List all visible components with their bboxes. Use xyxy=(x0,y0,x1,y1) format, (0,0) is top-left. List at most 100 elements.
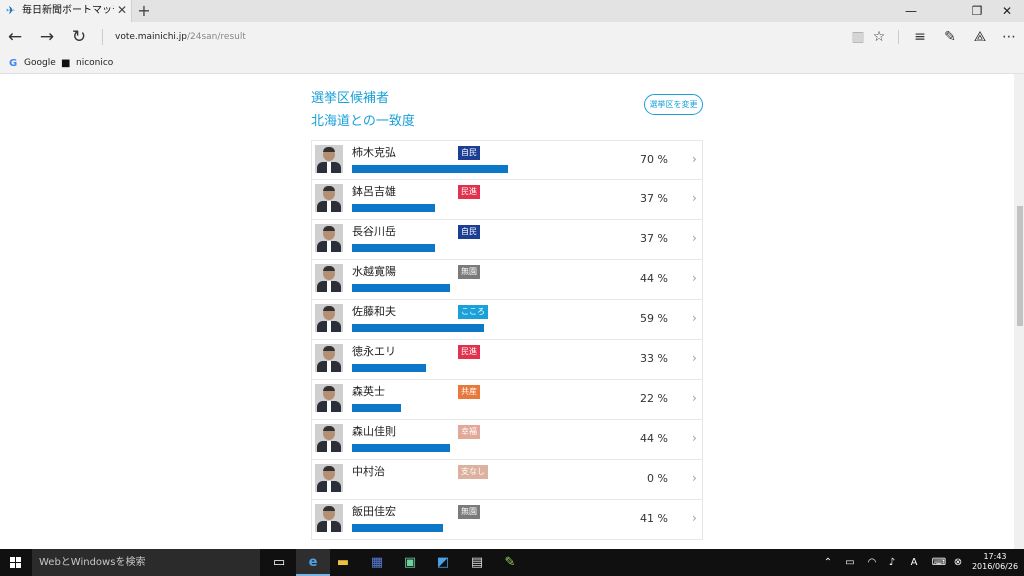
chevron-right-icon: › xyxy=(692,271,697,285)
store-app-icon[interactable]: ▣ xyxy=(393,549,427,576)
match-bar xyxy=(352,364,426,372)
close-window-button[interactable]: ✕ xyxy=(984,0,1024,22)
taskbar: WebとWindowsを検索 ▭ e ▬ ▦ ▣ ◩ ▤ ✎ ⌃ ▭ ◠ ♪ A… xyxy=(0,549,1024,576)
party-badge: 民進 xyxy=(458,345,480,359)
candidate-photo xyxy=(315,384,343,412)
match-bar xyxy=(352,284,450,292)
edge-icon[interactable]: e xyxy=(296,549,330,576)
party-badge: 幸福 xyxy=(458,425,480,439)
wifi-icon[interactable]: ◠ xyxy=(864,549,880,576)
calculator-icon[interactable]: ▤ xyxy=(460,549,494,576)
page-scrollbar[interactable] xyxy=(1014,74,1024,549)
candidate-name: 徳永エリ xyxy=(352,345,396,358)
party-badge: 自民 xyxy=(458,225,480,239)
candidate-row[interactable]: 徳永エリ 民進 33 % › xyxy=(311,340,703,380)
favorite-google[interactable]: G Google xyxy=(9,56,56,70)
volume-icon[interactable]: ♪ xyxy=(884,549,900,576)
candidate-row[interactable]: 鉢呂吉雄 民進 37 % › xyxy=(311,180,703,220)
show-hidden-icons-icon[interactable]: ⌃ xyxy=(820,549,836,576)
candidate-photo xyxy=(315,145,343,173)
notes-app-icon[interactable]: ◩ xyxy=(426,549,460,576)
taskbar-search-box[interactable]: WebとWindowsを検索 xyxy=(32,549,260,576)
favorite-star-icon[interactable]: ☆ xyxy=(869,28,889,46)
address-bar: ← → ↻ vote.mainichi.jp/24san/result ▥ ☆ … xyxy=(0,22,1024,52)
calendar-app-icon[interactable]: ▦ xyxy=(360,549,394,576)
candidate-photo xyxy=(315,184,343,212)
candidate-name: 水越寛陽 xyxy=(352,265,396,278)
new-tab-button[interactable]: + xyxy=(136,1,152,21)
share-icon[interactable]: ⟁ xyxy=(970,28,990,46)
favorite-label: niconico xyxy=(76,58,114,68)
candidate-row[interactable]: 森山佳則 幸福 44 % › xyxy=(311,420,703,460)
favorite-label: Google xyxy=(24,58,56,68)
candidate-photo xyxy=(315,504,343,532)
match-bar xyxy=(352,404,401,412)
party-badge: 支なし xyxy=(458,465,488,479)
match-percent: 70 % xyxy=(640,153,668,166)
party-badge: 共産 xyxy=(458,385,480,399)
candidate-name: 長谷川岳 xyxy=(352,225,396,238)
candidate-photo xyxy=(315,464,343,492)
match-percent: 37 % xyxy=(640,232,668,245)
battery-icon[interactable]: ▭ xyxy=(842,549,858,576)
match-percent: 44 % xyxy=(640,432,668,445)
candidate-row[interactable]: 長谷川岳 自民 37 % › xyxy=(311,220,703,260)
niconico-icon: ■ xyxy=(61,58,71,69)
google-icon: G xyxy=(9,58,18,69)
candidate-name: 森英士 xyxy=(352,385,385,398)
taskbar-clock[interactable]: 17:43 2016/06/26 xyxy=(970,552,1020,572)
url-field[interactable]: vote.mainichi.jp/24san/result xyxy=(115,31,246,43)
keyboard-icon[interactable]: ⌨ xyxy=(929,549,949,576)
match-percent: 0 % xyxy=(647,472,668,485)
candidate-row[interactable]: 佐藤和夫 こころ 59 % › xyxy=(311,300,703,340)
candidate-photo xyxy=(315,344,343,372)
page-heading-match: 北海道との一致度 xyxy=(311,114,415,129)
favorite-niconico[interactable]: ■ niconico xyxy=(61,56,113,70)
match-percent: 37 % xyxy=(640,192,668,205)
scrollbar-thumb[interactable] xyxy=(1017,206,1023,326)
party-badge: こころ xyxy=(458,305,488,319)
paint-app-icon[interactable]: ✎ xyxy=(493,549,527,576)
url-domain: vote.mainichi.jp xyxy=(115,32,187,42)
party-badge: 民進 xyxy=(458,185,480,199)
browser-tab[interactable]: ✈ 毎日新聞ボートマッチ えら ✕ xyxy=(0,0,132,22)
chevron-right-icon: › xyxy=(692,431,697,445)
hub-icon[interactable]: ≡ xyxy=(910,28,930,46)
back-arrow-icon[interactable]: ← xyxy=(4,27,26,47)
match-bar xyxy=(352,324,484,332)
minimize-button[interactable]: — xyxy=(888,0,934,22)
favorites-bar: G Google ■ niconico xyxy=(0,52,1024,74)
url-path: /24san/result xyxy=(186,32,246,42)
notification-icon[interactable]: ⊗ xyxy=(951,549,965,576)
party-badge: 自民 xyxy=(458,146,480,160)
candidate-row[interactable]: 森英士 共産 22 % › xyxy=(311,380,703,420)
forward-arrow-icon[interactable]: → xyxy=(36,27,58,47)
start-button[interactable] xyxy=(0,549,32,576)
candidate-name: 飯田佳宏 xyxy=(352,505,396,518)
clock-date: 2016/06/26 xyxy=(971,562,1019,571)
candidate-row[interactable]: 中村治 支なし 0 % › xyxy=(311,460,703,500)
refresh-icon[interactable]: ↻ xyxy=(68,27,90,47)
match-percent: 22 % xyxy=(640,392,668,405)
candidate-row[interactable]: 水越寛陽 無園 44 % › xyxy=(311,260,703,300)
more-icon[interactable]: ⋯ xyxy=(999,28,1019,46)
match-bar xyxy=(352,204,435,212)
candidate-name: 柿木克弘 xyxy=(352,146,396,159)
web-note-icon[interactable]: ✎ xyxy=(940,28,960,46)
url-divider xyxy=(102,29,103,45)
file-explorer-icon[interactable]: ▬ xyxy=(326,549,360,576)
close-tab-icon[interactable]: ✕ xyxy=(117,3,127,17)
chevron-right-icon: › xyxy=(692,311,697,325)
change-district-button[interactable]: 選挙区を変更 xyxy=(644,94,703,115)
windows-logo-part xyxy=(16,557,21,562)
candidate-row[interactable]: 柿木克弘 自民 70 % › xyxy=(311,140,703,180)
candidate-row[interactable]: 飯田佳宏 無園 41 % › xyxy=(311,500,703,540)
page-heading-district: 選挙区候補者 xyxy=(311,91,390,106)
tab-title: 毎日新聞ボートマッチ えら xyxy=(22,5,114,16)
clock-time: 17:43 xyxy=(983,552,1007,561)
candidate-name: 森山佳則 xyxy=(352,425,396,438)
task-view-icon[interactable]: ▭ xyxy=(262,549,296,576)
reading-view-icon[interactable]: ▥ xyxy=(848,28,868,46)
windows-logo-part xyxy=(10,563,15,568)
ime-icon[interactable]: A xyxy=(906,549,922,576)
